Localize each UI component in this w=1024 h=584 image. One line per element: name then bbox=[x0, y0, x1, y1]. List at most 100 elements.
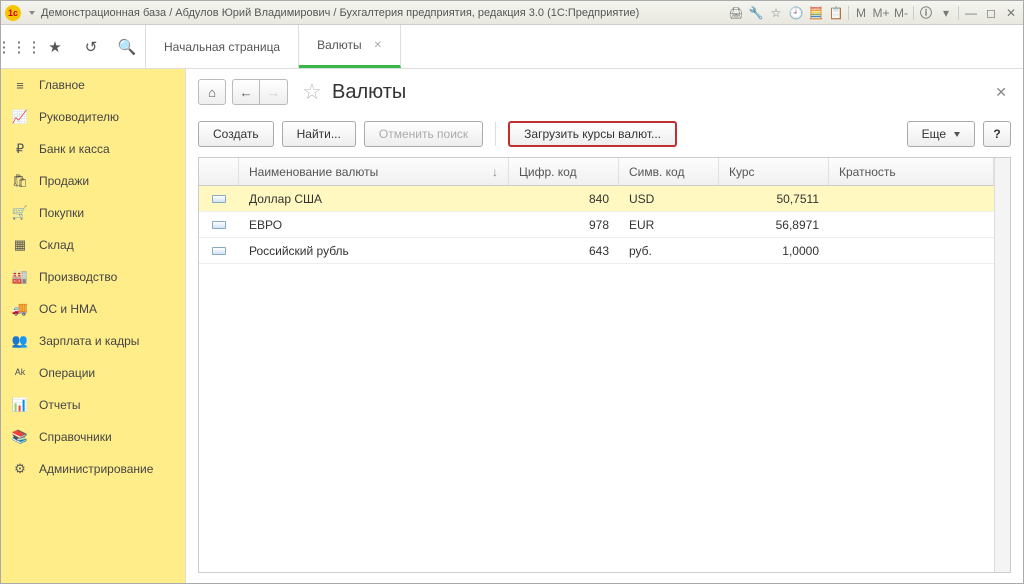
cell-name: ЕВРО bbox=[239, 218, 509, 232]
search-icon[interactable]: 🔍 bbox=[109, 38, 145, 56]
bag-icon: 🛍 bbox=[11, 173, 29, 189]
window-title: Демонстрационная база / Абдулов Юрий Вла… bbox=[41, 7, 639, 19]
forward-button[interactable]: → bbox=[260, 79, 288, 105]
cell-sym: EUR bbox=[619, 218, 719, 232]
sidebar: ≡Главное 📈Руководителю ₽Банк и касса 🛍Пр… bbox=[1, 69, 186, 583]
sidebar-item-admin[interactable]: ⚙ Администрирование bbox=[1, 453, 185, 485]
titlebar: 1c Демонстрационная база / Абдулов Юрий … bbox=[1, 1, 1023, 25]
sidebar-item-bank[interactable]: ₽Банк и касса bbox=[1, 133, 185, 165]
table-row[interactable]: ЕВРО 978 EUR 56,8971 bbox=[199, 212, 994, 238]
col-code[interactable]: Цифр. код bbox=[509, 158, 619, 185]
top-strip: ⋮⋮⋮ ★ ↺ 🔍 Начальная страница Валюты ✕ bbox=[1, 25, 1023, 69]
link-icon[interactable]: 🕘 bbox=[788, 5, 804, 21]
sidebar-item-manager[interactable]: 📈Руководителю bbox=[1, 101, 185, 133]
sidebar-item-purchases[interactable]: 🛒Покупки bbox=[1, 197, 185, 229]
sidebar-item-sales[interactable]: 🛍Продажи bbox=[1, 165, 185, 197]
load-rates-button[interactable]: Загрузить курсы валют... bbox=[508, 121, 677, 147]
memory-mplus-button[interactable]: M+ bbox=[873, 5, 889, 21]
more-button[interactable]: Еще bbox=[907, 121, 975, 147]
grid-header: Наименование валюты↓ Цифр. код Симв. код… bbox=[199, 158, 994, 186]
back-button[interactable]: ← bbox=[232, 79, 260, 105]
calendar-icon[interactable]: 📋 bbox=[828, 5, 844, 21]
sidebar-item-label: Отчеты bbox=[39, 398, 80, 412]
cart-icon: 🛒 bbox=[11, 205, 29, 221]
row-marker-icon bbox=[212, 221, 226, 229]
factory-icon: 🏭 bbox=[11, 269, 29, 285]
row-marker-icon bbox=[212, 247, 226, 255]
sidebar-item-warehouse[interactable]: ▦ Склад bbox=[1, 229, 185, 261]
cell-rate: 50,7511 bbox=[719, 192, 829, 206]
close-window-button[interactable]: ✕ bbox=[1003, 5, 1019, 21]
memory-m-button[interactable]: M bbox=[853, 5, 869, 21]
col-mult[interactable]: Кратность bbox=[829, 158, 994, 185]
home-button[interactable]: ⌂ bbox=[198, 79, 226, 105]
tab-label: Валюты bbox=[317, 38, 362, 52]
tab-close-icon[interactable]: ✕ bbox=[374, 40, 382, 51]
vertical-scrollbar[interactable] bbox=[994, 186, 1010, 572]
page-title: Валюты bbox=[332, 81, 406, 104]
sidebar-item-label: Склад bbox=[39, 238, 74, 252]
body: ≡Главное 📈Руководителю ₽Банк и касса 🛍Пр… bbox=[1, 69, 1023, 583]
favorites-icon[interactable]: ★ bbox=[37, 38, 73, 56]
sidebar-item-label: ОС и НМА bbox=[39, 302, 97, 316]
tab-currencies[interactable]: Валюты ✕ bbox=[299, 25, 401, 68]
cell-name: Доллар США bbox=[239, 192, 509, 206]
chevron-down-icon bbox=[954, 132, 960, 137]
cell-rate: 56,8971 bbox=[719, 218, 829, 232]
sidebar-item-assets[interactable]: 🚚 ОС и НМА bbox=[1, 293, 185, 325]
help-button[interactable]: ? bbox=[983, 121, 1011, 147]
table-row[interactable]: Российский рубль 643 руб. 1,0000 bbox=[199, 238, 994, 264]
bars-icon: 📊 bbox=[11, 397, 29, 413]
sidebar-item-label: Операции bbox=[39, 366, 95, 380]
favorite-star-icon[interactable]: ☆ bbox=[768, 5, 784, 21]
row-marker-icon bbox=[212, 195, 226, 203]
close-page-button[interactable]: ✕ bbox=[991, 80, 1011, 105]
scrollbar-track-header bbox=[994, 158, 1010, 186]
maximize-button[interactable]: ◻ bbox=[983, 5, 999, 21]
find-button[interactable]: Найти... bbox=[282, 121, 356, 147]
grid-icon: ▦ bbox=[11, 237, 29, 253]
minimize-button[interactable]: — bbox=[963, 5, 979, 21]
truck-icon: 🚚 bbox=[11, 301, 29, 317]
tool-icon[interactable]: 🔧 bbox=[748, 5, 764, 21]
toolbar-separator bbox=[495, 122, 496, 146]
grid-body: Доллар США 840 USD 50,7511 ЕВРО 978 EUR … bbox=[199, 186, 994, 572]
tab-home[interactable]: Начальная страница bbox=[146, 25, 299, 68]
col-icon[interactable] bbox=[199, 158, 239, 185]
sort-asc-icon: ↓ bbox=[492, 165, 498, 179]
table-row[interactable]: Доллар США 840 USD 50,7511 bbox=[199, 186, 994, 212]
print-icon[interactable]: 🖨 bbox=[728, 5, 744, 21]
list-icon: ≡ bbox=[11, 78, 29, 93]
sidebar-item-label: Администрирование bbox=[39, 462, 153, 476]
app-window: 1c Демонстрационная база / Абдулов Юрий … bbox=[0, 0, 1024, 584]
col-name[interactable]: Наименование валюты↓ bbox=[239, 158, 509, 185]
sidebar-item-reports[interactable]: 📊 Отчеты bbox=[1, 389, 185, 421]
info-icon[interactable]: ⓘ bbox=[918, 5, 934, 21]
sidebar-item-production[interactable]: 🏭 Производство bbox=[1, 261, 185, 293]
cell-code: 643 bbox=[509, 244, 619, 258]
info-dropdown-icon[interactable]: ▾ bbox=[938, 5, 954, 21]
nav-group: ← → bbox=[232, 79, 288, 105]
favorite-toggle-icon[interactable]: ☆ bbox=[300, 80, 324, 104]
cancel-find-button[interactable]: Отменить поиск bbox=[364, 121, 483, 147]
create-button[interactable]: Создать bbox=[198, 121, 274, 147]
cell-name: Российский рубль bbox=[239, 244, 509, 258]
sidebar-item-references[interactable]: 📚Справочники bbox=[1, 421, 185, 453]
sidebar-item-label: Производство bbox=[39, 270, 117, 284]
cell-code: 840 bbox=[509, 192, 619, 206]
sidebar-item-label: Банк и касса bbox=[39, 142, 110, 156]
app-menu-dropdown-icon[interactable] bbox=[29, 11, 35, 15]
memory-mminus-button[interactable]: M- bbox=[893, 5, 909, 21]
col-rate[interactable]: Курс bbox=[719, 158, 829, 185]
col-sym[interactable]: Симв. код bbox=[619, 158, 719, 185]
chart-icon: 📈 bbox=[11, 109, 29, 125]
sidebar-item-salary[interactable]: 👥Зарплата и кадры bbox=[1, 325, 185, 357]
history-icon[interactable]: ↺ bbox=[73, 38, 109, 56]
calc-icon[interactable]: 🧮 bbox=[808, 5, 824, 21]
apps-grid-icon[interactable]: ⋮⋮⋮ bbox=[1, 38, 37, 56]
quick-access: ⋮⋮⋮ ★ ↺ 🔍 bbox=[1, 25, 146, 68]
main-panel: ⌂ ← → ☆ Валюты ✕ Создать Найти... Отмени… bbox=[186, 69, 1023, 583]
gear-icon: ⚙ bbox=[11, 461, 29, 477]
sidebar-item-main[interactable]: ≡Главное bbox=[1, 69, 185, 101]
sidebar-item-operations[interactable]: ᴬᵏОперации bbox=[1, 357, 185, 389]
